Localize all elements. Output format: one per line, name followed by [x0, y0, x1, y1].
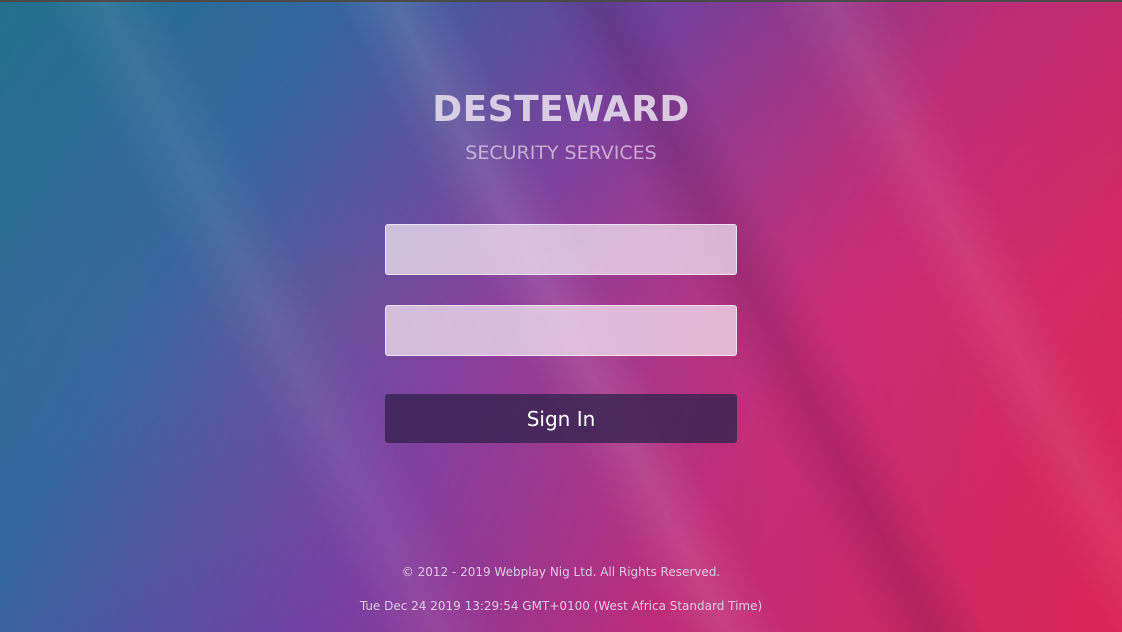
username-field[interactable]	[385, 224, 737, 275]
sign-in-button[interactable]: Sign In	[385, 394, 737, 443]
brand-subtitle: SECURITY SERVICES	[465, 142, 657, 164]
brand-title: DESTEWARD	[432, 89, 690, 130]
current-datetime: Tue Dec 24 2019 13:29:54 GMT+0100 (West …	[359, 599, 763, 613]
copyright-text: © 2012 - 2019 Webplay Nig Ltd. All Right…	[401, 565, 721, 579]
top-border	[0, 0, 1122, 2]
password-field[interactable]	[385, 305, 737, 356]
